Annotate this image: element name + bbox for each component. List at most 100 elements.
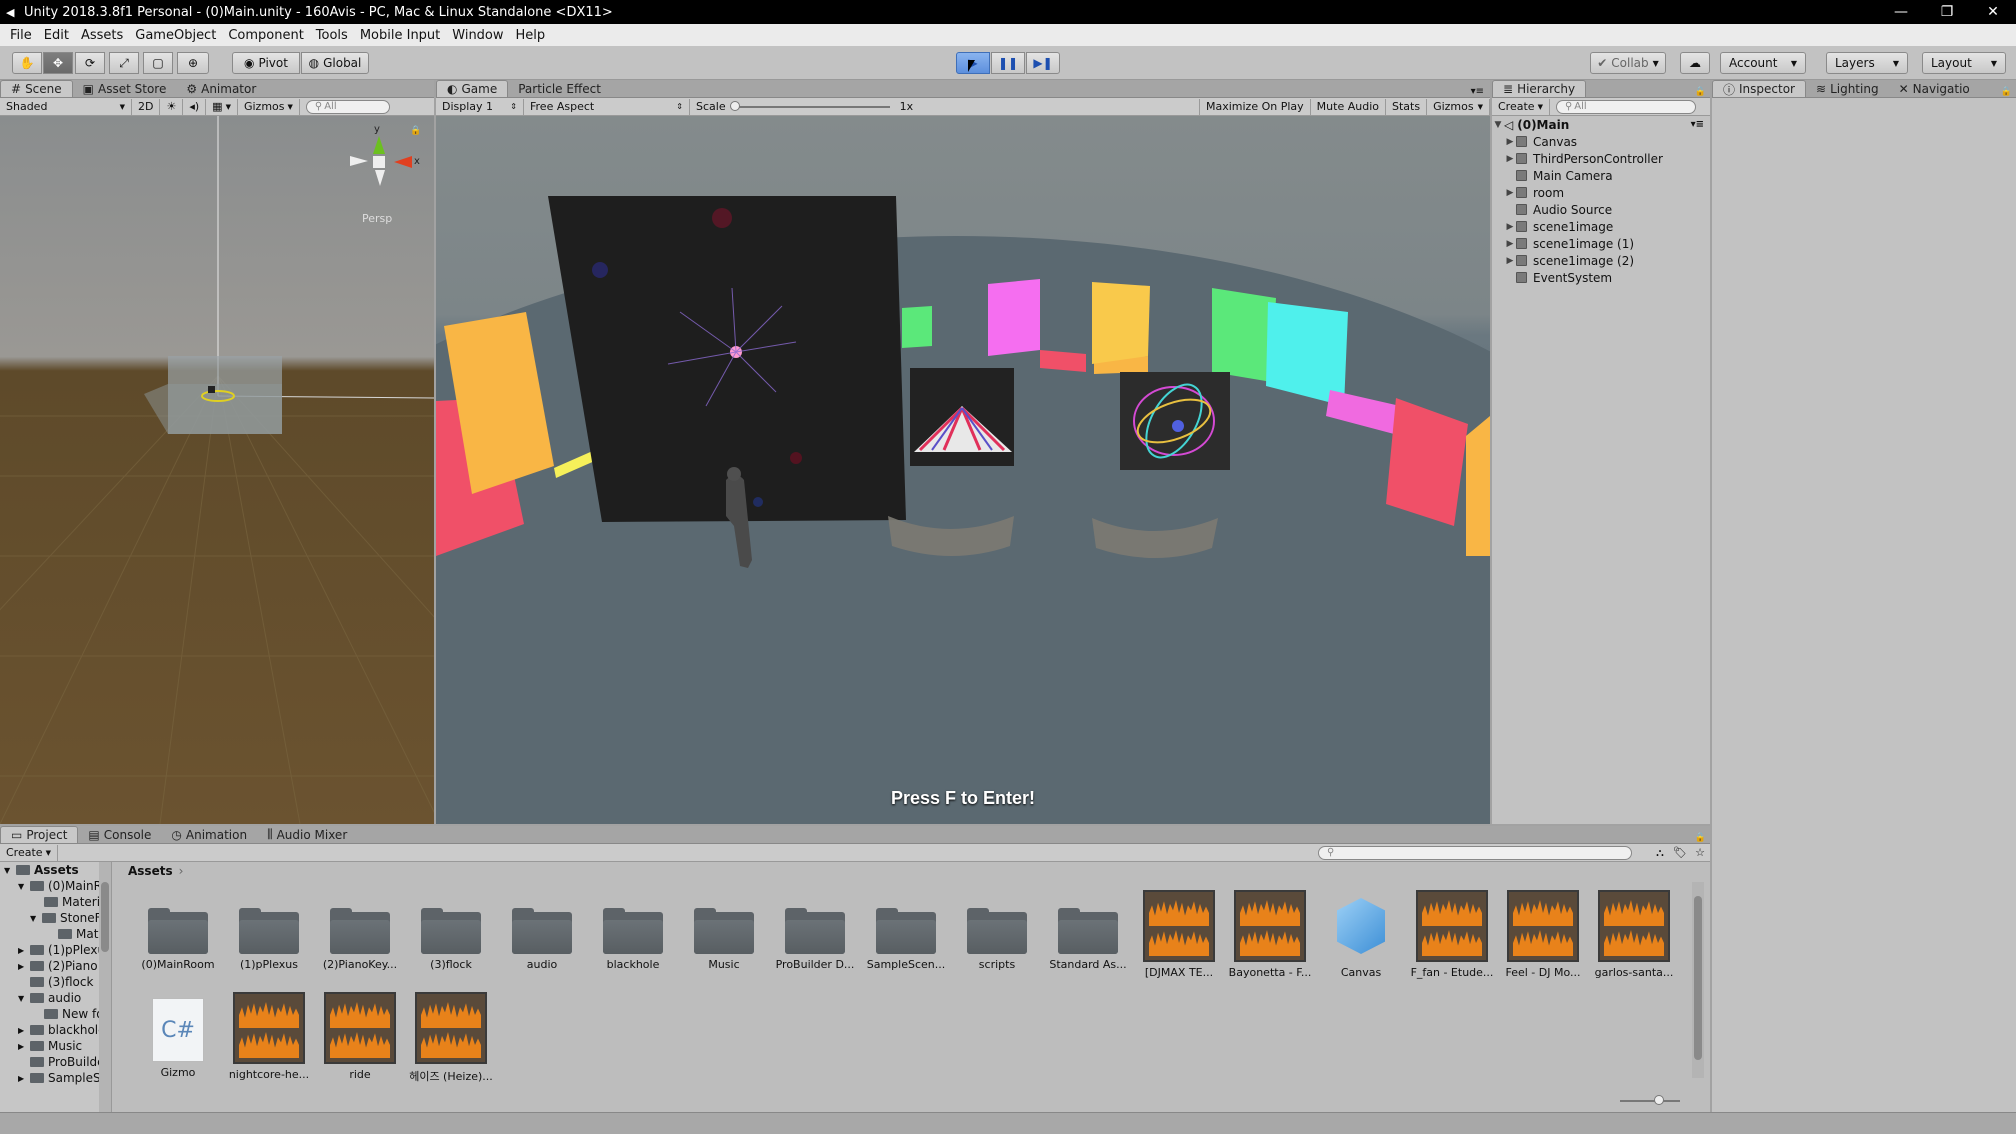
asset-grid-scrollbar-thumb[interactable] [1694, 896, 1702, 1060]
rotate-tool-button[interactable]: ⟳ [75, 52, 105, 74]
tab-console[interactable]: ▤ Console [78, 826, 161, 843]
menu-file[interactable]: File [4, 28, 38, 43]
step-button[interactable]: ▶❚ [1026, 52, 1060, 74]
tree-item-piano[interactable]: ▶ (2)Piano [18, 958, 98, 974]
tab-navigation[interactable]: ✕ Navigatio [1889, 80, 1980, 97]
expand-arrow-icon[interactable]: ▶ [1504, 256, 1516, 266]
expand-arrow-icon[interactable]: ▶ [18, 962, 30, 971]
tree-item-materials[interactable]: Materi [44, 894, 100, 910]
lock-icon[interactable]: 🔒 [410, 126, 421, 136]
expand-arrow-icon[interactable]: ▼ [1492, 120, 1504, 130]
favorite-star-icon[interactable]: ☆ [1690, 846, 1710, 859]
audio-toggle[interactable]: ◂) [183, 98, 207, 115]
hand-tool-button[interactable]: ✋ [12, 52, 42, 74]
menu-tools[interactable]: Tools [310, 28, 354, 43]
lock-icon[interactable]: 🔒 [1691, 87, 1710, 97]
close-button[interactable]: ✕ [1970, 0, 2016, 24]
expand-arrow-icon[interactable]: ▶ [18, 946, 30, 955]
persp-label[interactable]: Persp [362, 212, 392, 225]
asset-audio-ride[interactable]: ride [318, 992, 402, 1081]
tab-animation[interactable]: ◷ Animation [161, 826, 257, 843]
layout-dropdown[interactable]: Layout ▼ [1922, 52, 2006, 74]
asset-audio-nightcore[interactable]: nightcore-he... [227, 992, 311, 1081]
tab-asset-store[interactable]: ▣ Asset Store [73, 80, 177, 97]
hierarchy-item-room[interactable]: ▶ room [1504, 184, 1565, 201]
tree-item-audio[interactable]: ▼ audio [18, 990, 81, 1006]
hierarchy-item-scene1image-2[interactable]: ▶ scene1image (2) [1504, 252, 1635, 269]
minimize-button[interactable]: — [1878, 0, 1924, 24]
panel-menu-icon[interactable]: ▾≡ [1691, 119, 1704, 130]
tree-item-stonef[interactable]: ▼ StoneF [30, 910, 102, 926]
tree-item-pplexus[interactable]: ▶ (1)pPlexu [18, 942, 105, 958]
asset-folder-flock[interactable]: (3)flock [409, 890, 493, 971]
asset-folder-music[interactable]: Music [682, 890, 766, 971]
filter-type-icon[interactable]: ⛬ [1650, 846, 1670, 860]
tab-audio-mixer[interactable]: ⫼ Audio Mixer [257, 826, 357, 843]
hierarchy-item-thirdpersoncontroller[interactable]: ▶ ThirdPersonController [1504, 150, 1663, 167]
hierarchy-item-scene1image-1[interactable]: ▶ scene1image (1) [1504, 235, 1635, 252]
hierarchy-search-input[interactable]: ⚲ All [1555, 99, 1696, 114]
expand-arrow-icon[interactable]: ▶ [1504, 222, 1516, 232]
tab-scene[interactable]: # Scene [0, 80, 73, 97]
asset-audio-bayonetta[interactable]: Bayonetta - F... [1228, 890, 1312, 979]
move-tool-button[interactable]: ✥ [43, 52, 73, 74]
icon-size-slider-thumb[interactable] [1654, 1095, 1664, 1105]
tree-item-music[interactable]: ▶ Music [18, 1038, 82, 1054]
asset-folder-audio[interactable]: audio [500, 890, 584, 971]
hierarchy-create-dropdown[interactable]: Create ▼ [1492, 98, 1550, 115]
asset-folder-standard-assets[interactable]: Standard As... [1046, 890, 1130, 971]
hierarchy-scene-root[interactable]: ▼ ◁ (0)Main ▾≡ [1492, 116, 1710, 133]
panel-menu-icon[interactable]: ▾≡ [1465, 86, 1490, 97]
expand-arrow-icon[interactable]: ▶ [1504, 188, 1516, 198]
project-search-input[interactable]: ⚲ [1318, 845, 1632, 860]
expand-arrow-icon[interactable]: ▼ [30, 914, 42, 923]
asset-grid-scrollbar[interactable] [1692, 882, 1704, 1078]
maximize-on-play-toggle[interactable]: Maximize On Play [1198, 98, 1311, 115]
global-toggle[interactable]: ◍ Global [301, 52, 369, 74]
lighting-toggle[interactable]: ☀ [160, 98, 184, 115]
expand-arrow-icon[interactable]: ▶ [1504, 239, 1516, 249]
asset-audio-djmax[interactable]: [DJMAX TE... [1137, 890, 1221, 979]
expand-arrow-icon[interactable]: ▶ [1504, 137, 1516, 147]
expand-arrow-icon[interactable]: ▼ [4, 866, 16, 875]
game-gizmos-dropdown[interactable]: Gizmos ▼ [1427, 98, 1490, 115]
icon-size-slider[interactable] [1620, 1095, 1680, 1105]
asset-folder-pplexus[interactable]: (1)pPlexus [227, 890, 311, 971]
menu-assets[interactable]: Assets [75, 28, 129, 43]
asset-folder-samplescenes[interactable]: SampleScen... [864, 890, 948, 971]
tree-item-assets[interactable]: ▼ Assets [4, 862, 79, 878]
asset-prefab-canvas[interactable]: Canvas [1319, 890, 1403, 979]
asset-audio-garlos[interactable]: garlos-santa... [1592, 890, 1676, 979]
aspect-dropdown[interactable]: Free Aspect ⇕ [524, 98, 690, 115]
menu-window[interactable]: Window [446, 28, 509, 43]
asset-audio-heize[interactable]: 헤이즈 (Heize)... [409, 992, 493, 1084]
pause-button[interactable]: ❚❚ [991, 52, 1025, 74]
hierarchy-item-canvas[interactable]: ▶ Canvas [1504, 133, 1578, 150]
filter-label-icon[interactable]: 🏷 [1670, 846, 1690, 859]
expand-arrow-icon[interactable]: ▶ [18, 1042, 30, 1051]
tree-item-mainroom[interactable]: ▼ (0)MainR [18, 878, 102, 894]
tab-particle-effect[interactable]: Particle Effect [508, 80, 611, 97]
expand-arrow-icon[interactable]: ▼ [18, 994, 30, 1003]
game-viewport[interactable]: Press F to Enter! [436, 116, 1490, 824]
rect-tool-button[interactable]: ▢ [143, 52, 173, 74]
account-dropdown[interactable]: Account ▼ [1720, 52, 1806, 74]
hierarchy-item-scene1image[interactable]: ▶ scene1image [1504, 218, 1614, 235]
collab-dropdown[interactable]: ✔ Collab ▼ [1590, 52, 1666, 74]
lock-icon[interactable]: 🔒 [1997, 87, 2016, 97]
tab-project[interactable]: ▭ Project [0, 826, 79, 843]
scene-viewport[interactable]: y x 🔒 Persp [0, 116, 434, 824]
stats-toggle[interactable]: Stats [1386, 98, 1428, 115]
project-create-dropdown[interactable]: Create ▼ [0, 844, 58, 861]
menu-edit[interactable]: Edit [38, 28, 75, 43]
display-dropdown[interactable]: Display 1 ⇕ [436, 98, 524, 115]
asset-audio-feel[interactable]: Feel - DJ Mo... [1501, 890, 1585, 979]
2d-toggle[interactable]: 2D [132, 98, 161, 115]
asset-audio-ffan[interactable]: F_fan - Etude... [1410, 890, 1494, 979]
menu-mobile-input[interactable]: Mobile Input [354, 28, 446, 43]
scale-slider[interactable] [729, 100, 890, 111]
effects-dropdown[interactable]: ▦ ▼ [206, 98, 238, 115]
cloud-button[interactable]: ☁ [1680, 52, 1710, 74]
asset-folder-scripts[interactable]: scripts [955, 890, 1039, 971]
shading-mode-dropdown[interactable]: Shaded ▼ [0, 98, 132, 115]
